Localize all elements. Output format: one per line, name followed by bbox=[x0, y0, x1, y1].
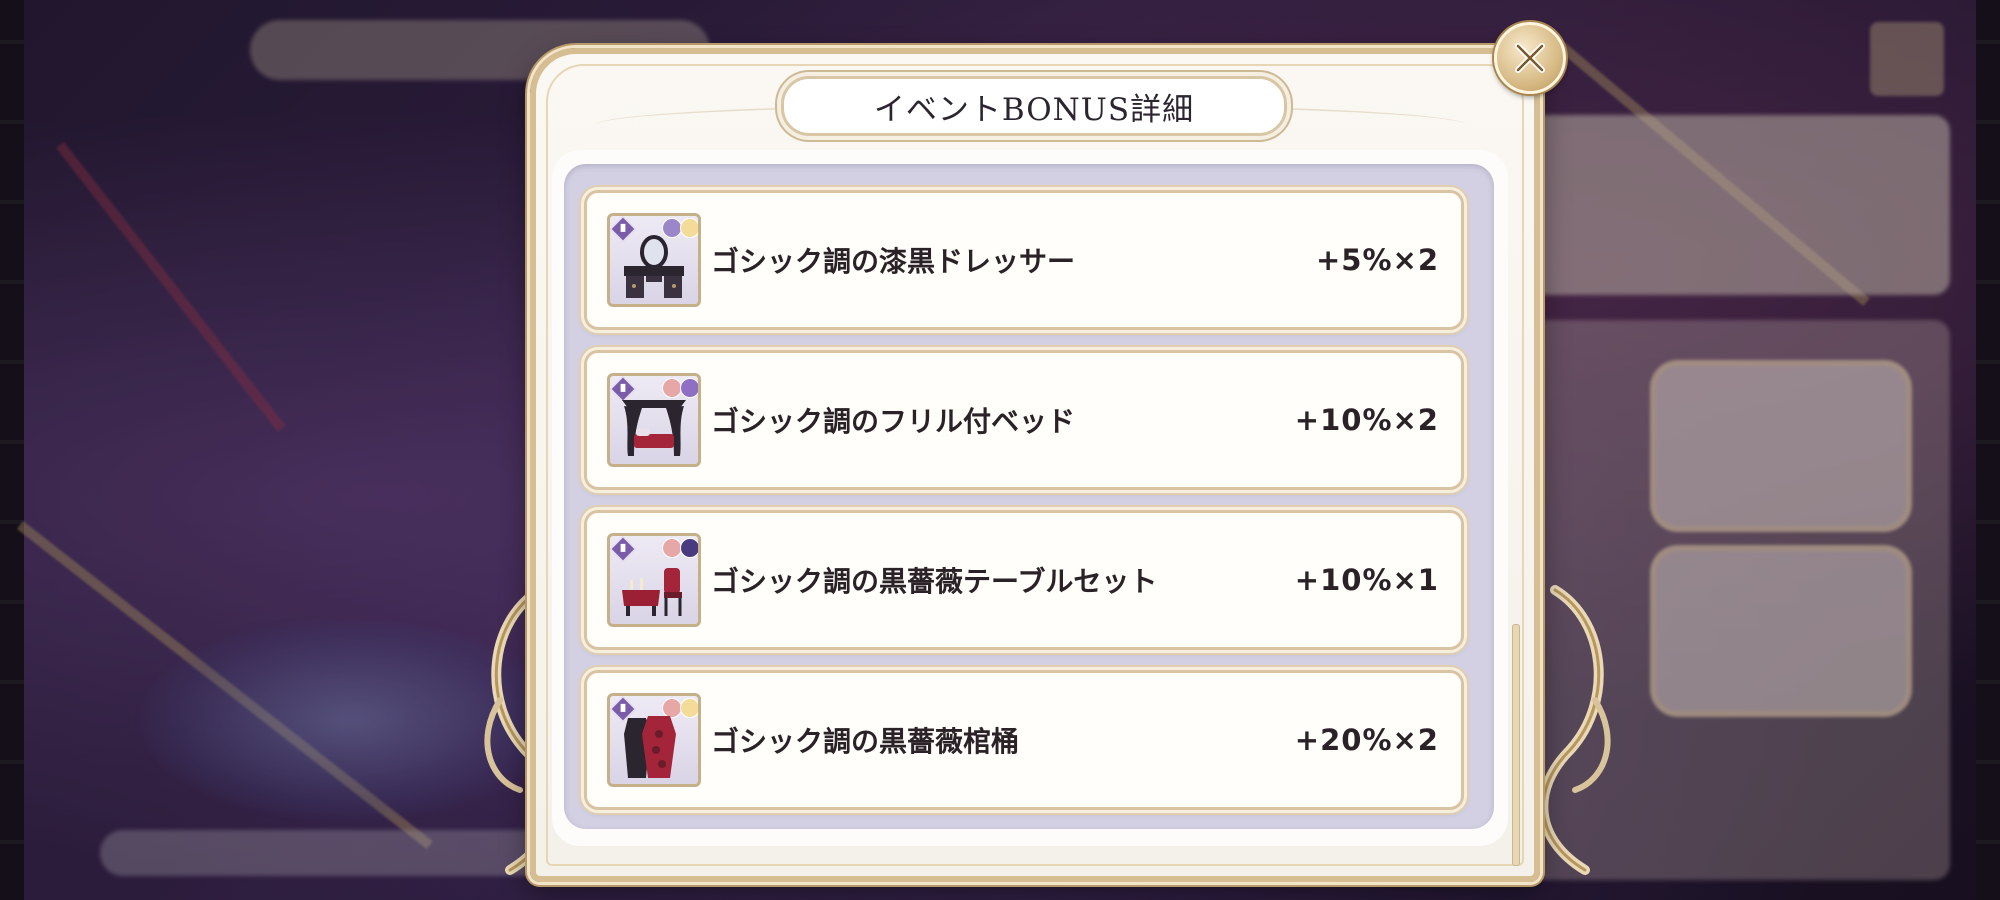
bonus-list[interactable]: ゴシック調の漆黒ドレッサー +5%×2 ゴシック調のフリル付ベッド +10%×2… bbox=[564, 164, 1520, 866]
item-bonus: +5%×2 bbox=[1315, 243, 1439, 277]
list-scrollbar[interactable] bbox=[1512, 624, 1520, 866]
list-item: ゴシック調の黒薔薇棺桶 +20%×2 bbox=[584, 670, 1464, 810]
item-bonus: +10%×2 bbox=[1294, 403, 1439, 437]
bed-icon bbox=[607, 373, 701, 467]
game-screen: イベントBONUS詳細 ゴシック調の漆黒ドレッサー +5%×2 ゴシック調のフリ… bbox=[0, 0, 2000, 900]
item-name: ゴシック調の漆黒ドレッサー bbox=[711, 245, 1076, 278]
bed-illustration bbox=[622, 400, 686, 456]
item-bonus: +10%×1 bbox=[1294, 563, 1439, 597]
dialog-title: イベントBONUS詳細 bbox=[873, 91, 1195, 128]
close-button[interactable] bbox=[1494, 22, 1566, 94]
coffin-illustration bbox=[624, 716, 676, 778]
list-item: ゴシック調のフリル付ベッド +10%×2 bbox=[584, 350, 1464, 490]
close-icon bbox=[1515, 43, 1545, 73]
coffin-icon bbox=[607, 693, 701, 787]
item-name: ゴシック調のフリル付ベッド bbox=[711, 405, 1076, 438]
dialog-title-plate: イベントBONUS詳細 bbox=[781, 76, 1287, 136]
dresser-icon bbox=[607, 213, 701, 307]
item-bonus: +20%×2 bbox=[1294, 723, 1439, 757]
dresser-illustration bbox=[624, 235, 684, 298]
table-set-illustration bbox=[622, 568, 682, 616]
table-set-icon bbox=[607, 533, 701, 627]
item-name: ゴシック調の黒薔薇棺桶 bbox=[711, 725, 1020, 758]
list-item: ゴシック調の漆黒ドレッサー +5%×2 bbox=[584, 190, 1464, 330]
event-bonus-dialog: イベントBONUS詳細 ゴシック調の漆黒ドレッサー +5%×2 ゴシック調のフリ… bbox=[530, 48, 1540, 882]
list-item: ゴシック調の黒薔薇テーブルセット +10%×1 bbox=[584, 510, 1464, 650]
item-name: ゴシック調の黒薔薇テーブルセット bbox=[711, 565, 1158, 598]
